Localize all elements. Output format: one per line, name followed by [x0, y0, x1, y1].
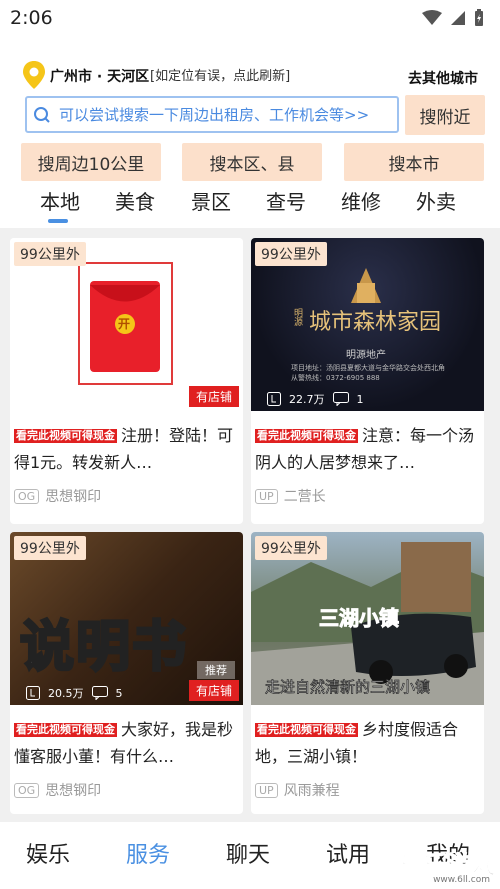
- tab-food[interactable]: 美食: [115, 186, 155, 215]
- video-stats: 20.5万 5: [26, 685, 123, 701]
- battery-icon: [475, 9, 483, 26]
- chip-10km[interactable]: 搜周边10公里: [21, 143, 161, 181]
- site-watermark: 乐乐游戏 www.6ll.com: [390, 839, 500, 889]
- nav-entertainment[interactable]: 娱乐: [26, 837, 70, 869]
- tab-scenic[interactable]: 景区: [191, 186, 231, 215]
- search-input[interactable]: 可以尝试搜索一下周边出租房、工作机会等>>: [25, 96, 399, 133]
- author-name: 二营长: [283, 489, 326, 505]
- chip-city[interactable]: 搜本市: [344, 143, 484, 181]
- thumb-brand: 明源: [292, 308, 302, 326]
- cash-promo-tag: 看完此视频可得现金: [255, 429, 358, 443]
- author-row[interactable]: OG 思想钢印: [14, 486, 101, 506]
- video-card[interactable]: 明源 城市森林家园 明源地产 项目地址：汤阴县夏都大道与金华路交会处西北角 从警…: [251, 238, 484, 524]
- nav-chat[interactable]: 聊天: [226, 837, 270, 869]
- cash-promo-tag: 看完此视频可得现金: [14, 723, 117, 737]
- card-title: 看完此视频可得现金 注意：每一个汤阴人的人居梦想来了…: [255, 422, 481, 476]
- thumb-caption: 走进自然清新的三湖小镇: [265, 678, 431, 697]
- tap-hand-icon: [267, 392, 281, 406]
- video-thumbnail[interactable]: 说明书 99公里外 推荐 有店铺 20.5万 5: [10, 532, 243, 705]
- comment-count: 5: [115, 686, 123, 700]
- tap-hand-icon: [26, 686, 40, 700]
- author-level-badge: OG: [14, 488, 40, 504]
- distance-badge: 99公里外: [255, 536, 327, 560]
- video-card[interactable]: 三湖小镇 走进自然清新的三湖小镇 99公里外 看完此视频可得现金 乡村度假适合地，…: [251, 532, 484, 814]
- card-title: 看完此视频可得现金 大家好，我是秒懂客服小董！有什么…: [14, 716, 240, 770]
- distance-badge: 99公里外: [14, 242, 86, 266]
- thumb-phone: 从警热线：0372-6905 888: [291, 374, 380, 382]
- thumb-title: 说明书: [19, 613, 188, 680]
- search-nearby-button[interactable]: 搜附近: [405, 95, 485, 135]
- active-tab-indicator: [48, 219, 68, 223]
- distance-badge: 99公里外: [255, 242, 327, 266]
- status-time: 2:06: [10, 7, 53, 29]
- author-level-badge: OG: [14, 782, 40, 798]
- tab-takeout[interactable]: 外卖: [416, 186, 456, 215]
- author-name: 风雨兼程: [283, 783, 340, 799]
- watermark-url: www.6ll.com: [433, 875, 490, 885]
- search-placeholder: 可以尝试搜索一下周边出租房、工作机会等>>: [59, 106, 370, 124]
- video-card[interactable]: 说明书 99公里外 推荐 有店铺 20.5万 5 看完此视频可得现金 大家好，我是…: [10, 532, 243, 814]
- tab-repair[interactable]: 维修: [341, 186, 381, 215]
- video-thumbnail[interactable]: 明源 城市森林家园 明源地产 项目地址：汤阴县夏都大道与金华路交会处西北角 从警…: [251, 238, 484, 411]
- author-name: 思想钢印: [45, 489, 102, 505]
- bottom-nav: 娱乐 服务 聊天 试用 我的 乐乐游戏 www.6ll.com: [0, 822, 500, 889]
- video-card[interactable]: 开 99公里外 有店铺 看完此视频可得现金 注册！登陆！可得1元。转发新人… OG…: [10, 238, 243, 524]
- comment-count: 1: [356, 392, 364, 406]
- envelope-open-label: 开: [118, 317, 131, 331]
- shop-badge[interactable]: 有店铺: [188, 386, 239, 407]
- card-title: 看完此视频可得现金 注册！登陆！可得1元。转发新人…: [14, 422, 240, 476]
- comment-icon: [332, 392, 349, 406]
- wifi-icon: [422, 10, 442, 25]
- cash-promo-tag: 看完此视频可得现金: [255, 723, 358, 737]
- view-count: 20.5万: [48, 687, 84, 700]
- video-feed: 开 99公里外 有店铺 看完此视频可得现金 注册！登陆！可得1元。转发新人… OG…: [0, 228, 500, 822]
- author-row[interactable]: OG 思想钢印: [14, 780, 101, 800]
- tab-lookup[interactable]: 查号: [266, 186, 306, 215]
- author-row[interactable]: UP 风雨兼程: [255, 780, 340, 800]
- search-row: 可以尝试搜索一下周边出租房、工作机会等>> 搜附近: [25, 95, 485, 135]
- author-level-badge: UP: [255, 782, 278, 798]
- view-count: 22.7万: [289, 393, 325, 406]
- location-pin-icon: [23, 61, 45, 89]
- video-stats: 22.7万 1: [267, 391, 364, 407]
- thumb-title: 城市森林家园: [309, 310, 442, 335]
- status-icons: [422, 9, 484, 27]
- thumb-title: 三湖小镇: [319, 606, 400, 631]
- refresh-location-link[interactable]: [如定位有误，点此刷新]: [150, 65, 290, 84]
- recommend-badge: 推荐: [197, 661, 235, 679]
- comment-icon: [91, 686, 108, 700]
- location-row: 广州市 · 天河区 [如定位有误，点此刷新] 去其他城市: [0, 58, 500, 94]
- thumb-subtitle: 明源地产: [346, 350, 386, 361]
- shop-badge[interactable]: 有店铺: [188, 680, 239, 701]
- author-level-badge: UP: [255, 488, 278, 504]
- cash-promo-tag: 看完此视频可得现金: [14, 429, 117, 443]
- search-icon: [34, 106, 50, 123]
- other-city-link[interactable]: 去其他城市: [408, 68, 478, 88]
- current-city[interactable]: 广州市 · 天河区: [50, 66, 149, 86]
- distance-badge: 99公里外: [14, 536, 86, 560]
- nav-service[interactable]: 服务: [126, 837, 170, 869]
- chip-district[interactable]: 搜本区、县: [182, 143, 322, 181]
- author-name: 思想钢印: [45, 783, 102, 799]
- card-title: 看完此视频可得现金 乡村度假适合地，三湖小镇！: [255, 716, 481, 770]
- category-tabs: 本地 美食 景区 查号 维修 外卖: [0, 183, 500, 225]
- author-row[interactable]: UP 二营长: [255, 486, 326, 506]
- thumb-address: 项目地址：汤阴县夏都大道与金华路交会处西北角: [291, 364, 445, 372]
- tab-local[interactable]: 本地: [40, 186, 80, 215]
- nav-trial[interactable]: 试用: [326, 837, 370, 869]
- video-thumbnail[interactable]: 开 99公里外 有店铺: [10, 238, 243, 411]
- video-thumbnail[interactable]: 三湖小镇 走进自然清新的三湖小镇 99公里外: [251, 532, 484, 705]
- range-chips: 搜周边10公里 搜本区、县 搜本市: [21, 143, 484, 181]
- signal-icon: [451, 11, 465, 25]
- status-bar: 2:06: [0, 0, 500, 36]
